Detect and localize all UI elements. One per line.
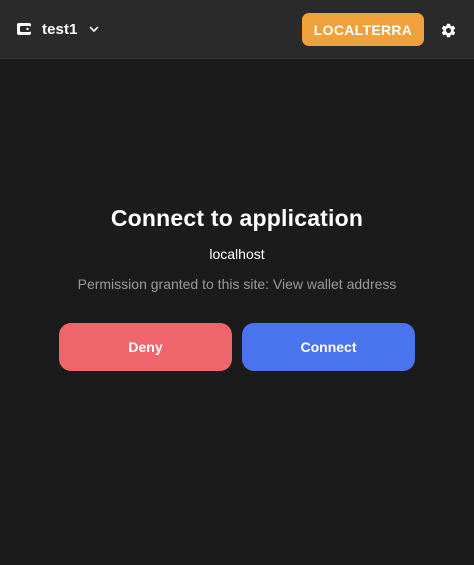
wallet-icon: [14, 19, 34, 39]
deny-button[interactable]: Deny: [59, 323, 232, 371]
wallet-selector[interactable]: test1: [14, 14, 101, 44]
settings-button[interactable]: [437, 19, 459, 41]
gear-icon: [440, 22, 457, 39]
permission-description: Permission granted to this site: View wa…: [77, 276, 397, 292]
chevron-down-icon: [87, 22, 101, 36]
wallet-name: test1: [42, 20, 78, 38]
connect-button[interactable]: Connect: [242, 323, 415, 371]
network-selector-button[interactable]: LOCALTERRA: [302, 13, 424, 46]
requesting-origin: localhost: [209, 246, 265, 262]
page-title: Connect to application: [110, 205, 364, 231]
action-buttons: Deny Connect: [59, 323, 415, 371]
header-bar: test1 LOCALTERRA: [0, 0, 474, 59]
connect-request-panel: Connect to application localhost Permiss…: [0, 200, 474, 294]
extension-popup: test1 LOCALTERRA Connect to application …: [0, 0, 474, 565]
